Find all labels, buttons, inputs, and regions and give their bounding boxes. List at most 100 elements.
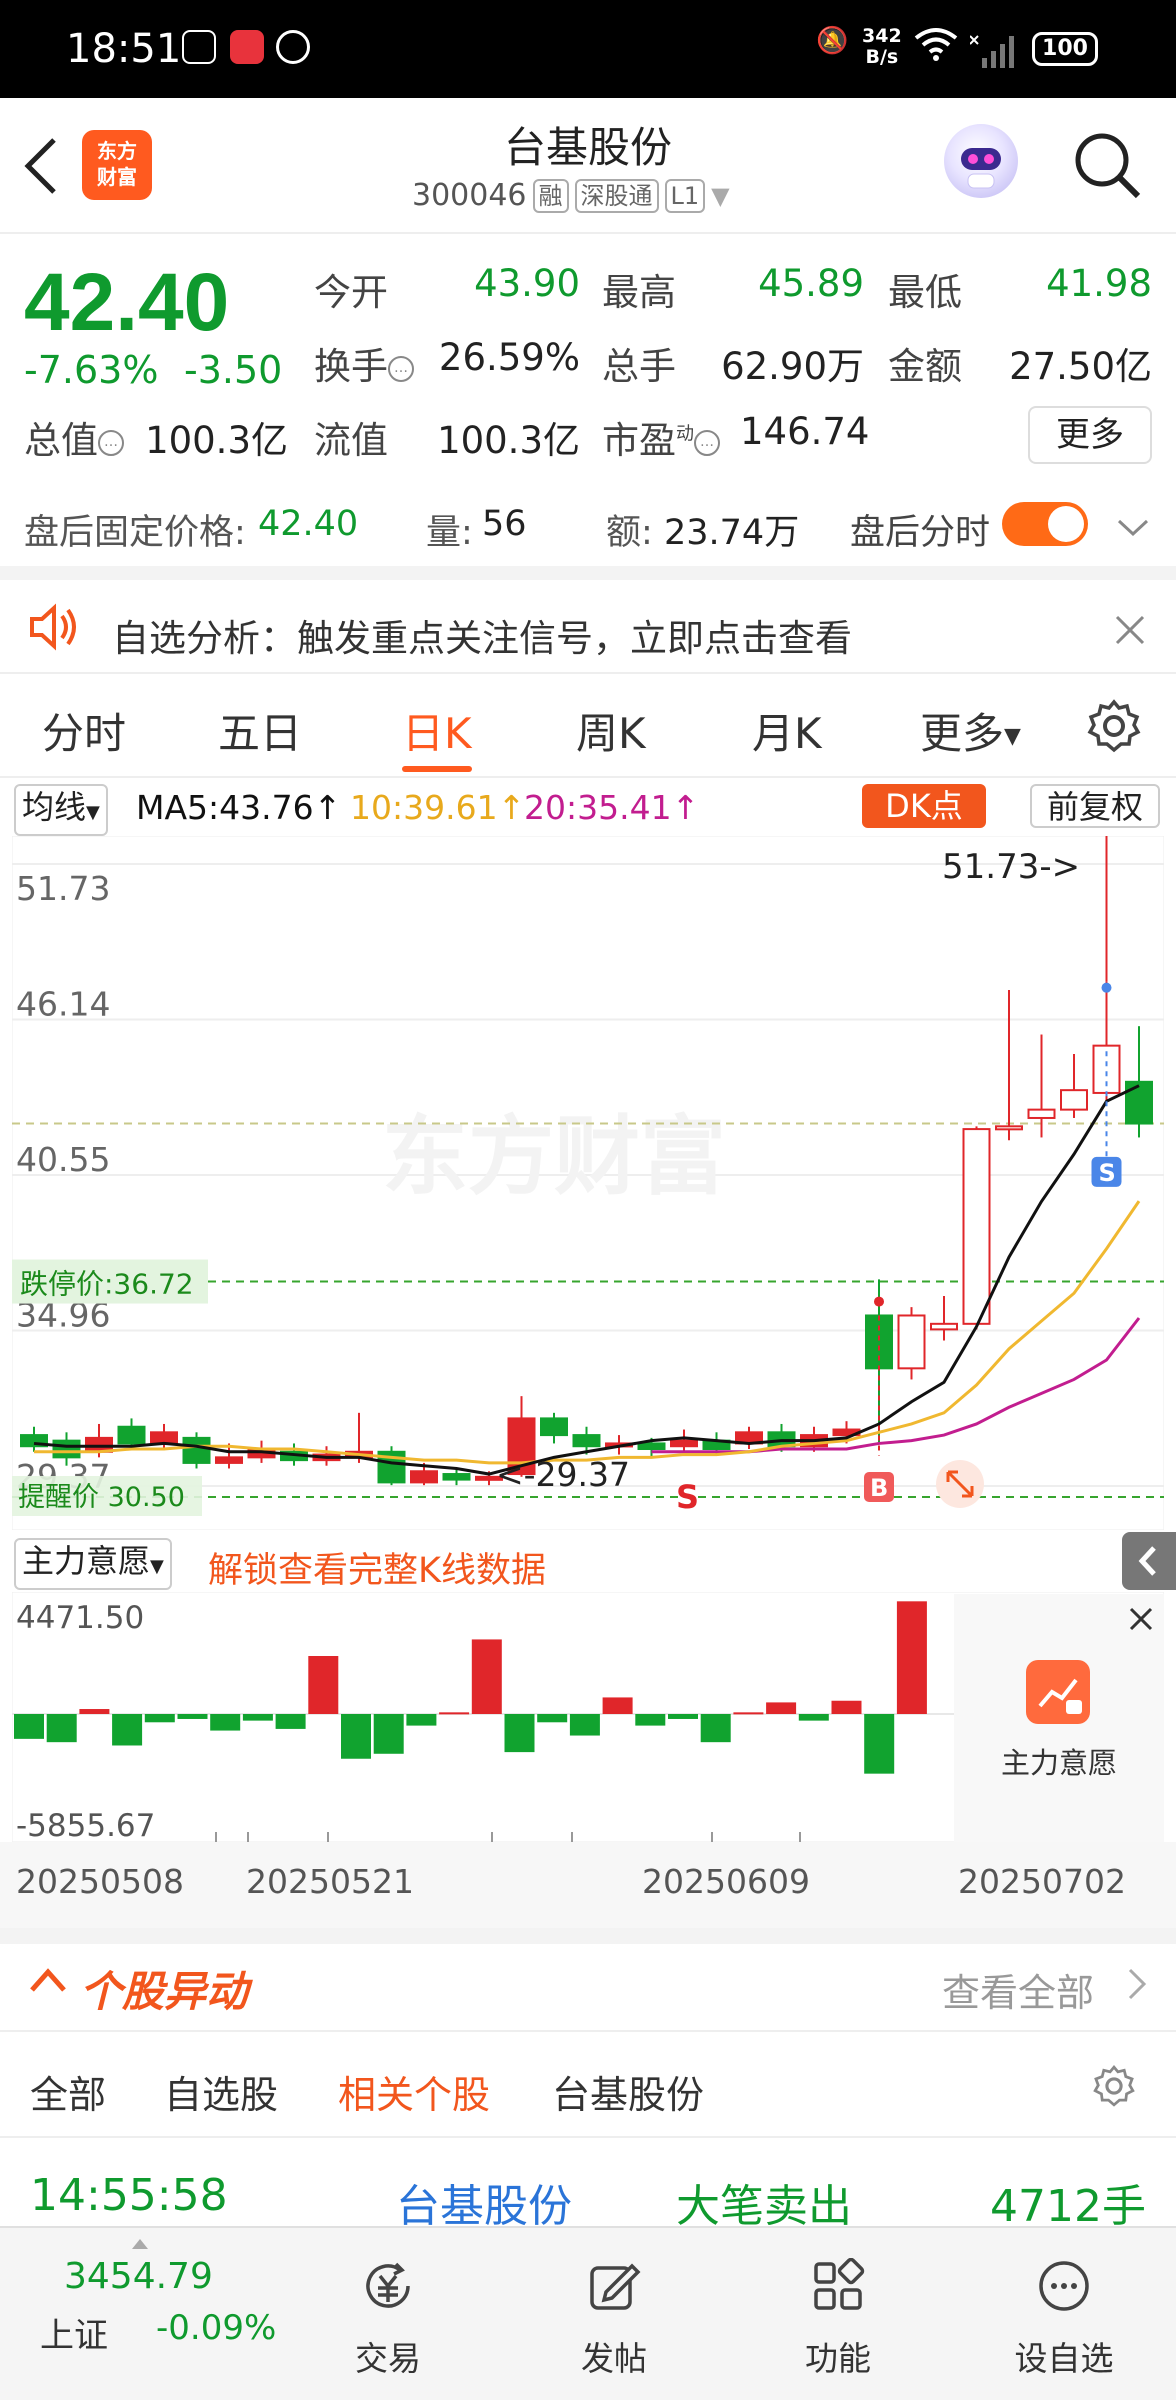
high-dot bbox=[1101, 982, 1112, 993]
indicator-select[interactable]: 主力意愿▼ bbox=[14, 1538, 172, 1590]
indicator-bar bbox=[471, 1639, 502, 1714]
indicator-bar bbox=[341, 1714, 371, 1759]
signal-icon bbox=[969, 34, 1020, 72]
chevron-up-icon[interactable] bbox=[28, 1966, 68, 2000]
indicator-bar bbox=[733, 1712, 764, 1715]
indicator-bar bbox=[406, 1714, 437, 1726]
view-all-link[interactable]: 查看全部 bbox=[942, 1962, 1094, 2017]
anomaly-event-row[interactable]: 14:55:58 台基股份 大笔卖出 4712手 bbox=[0, 2170, 1176, 2232]
search-icon[interactable] bbox=[1072, 130, 1142, 200]
buy-marker-dot bbox=[874, 1296, 884, 1307]
amount-value: 27.50亿 bbox=[1009, 345, 1152, 388]
change-amount: -3.50 bbox=[184, 348, 283, 392]
info-icon[interactable]: … bbox=[694, 429, 720, 456]
tag-level: L1 bbox=[664, 178, 706, 213]
date-label: 20250702 bbox=[958, 1862, 1126, 1901]
main-force-icon bbox=[1026, 1660, 1090, 1724]
filter-related[interactable]: 相关个股 bbox=[338, 2064, 490, 2119]
gear-icon[interactable] bbox=[1092, 2064, 1136, 2112]
info-icon[interactable]: … bbox=[98, 429, 124, 456]
event-time: 14:55:58 bbox=[30, 2170, 228, 2221]
tag-margin: 融 bbox=[532, 178, 569, 213]
tab-weekly-k[interactable]: 周K bbox=[576, 700, 646, 761]
filter-all[interactable]: 全部 bbox=[30, 2064, 106, 2119]
indicator-bar bbox=[308, 1656, 339, 1714]
indicator-bar bbox=[668, 1714, 698, 1719]
more-quote-button[interactable]: 更多 bbox=[1028, 406, 1152, 464]
section-title: 个股异动 bbox=[80, 1967, 249, 2016]
mute-icon: 🔕 bbox=[816, 26, 849, 56]
assistant-robot-icon[interactable] bbox=[944, 124, 1018, 198]
chevron-down-icon[interactable] bbox=[1116, 508, 1150, 548]
trade-icon bbox=[366, 2262, 410, 2308]
quote-panel: 42.40 -7.63% -3.50 今开 43.90 最高 45.89 最低 … bbox=[0, 234, 1176, 470]
indicator-select-label: 主力意愿 bbox=[22, 1542, 151, 1580]
turnover-value: 26.59% bbox=[438, 336, 580, 379]
index-change: -0.09% bbox=[156, 2308, 277, 2348]
indicator-bar bbox=[635, 1714, 666, 1726]
app-notification-icon bbox=[230, 30, 264, 64]
candle-body bbox=[410, 1470, 438, 1484]
header: 东方 财富 台基股份 300046 融 深股通 L1 ▼ bbox=[0, 98, 1176, 234]
filter-stock[interactable]: 台基股份 bbox=[552, 2064, 704, 2119]
after-hours-vol: 56 bbox=[482, 504, 527, 544]
candle-body bbox=[962, 1128, 991, 1325]
period-tabs: 分时 五日 日K 周K 月K 更多▼ bbox=[0, 676, 1176, 778]
chevron-right-icon[interactable] bbox=[1126, 1966, 1148, 2006]
promo-label: 主力意愿 bbox=[1000, 1746, 1117, 1780]
candle-body bbox=[117, 1425, 146, 1445]
indicator-bar bbox=[537, 1714, 568, 1723]
index-value[interactable]: 3454.79 bbox=[64, 2256, 213, 2297]
tab-daily-k[interactable]: 日K bbox=[402, 700, 472, 761]
indicator-promo[interactable]: 主力意愿 bbox=[954, 1594, 1164, 1842]
anomaly-section-header: 个股异动 查看全部 bbox=[0, 1928, 1176, 2032]
active-tab-indicator bbox=[402, 766, 472, 772]
adjust-button[interactable]: 前复权 bbox=[1030, 784, 1160, 828]
indicator-bar bbox=[112, 1714, 143, 1746]
indicator-bar bbox=[831, 1700, 862, 1714]
nav-post[interactable]: 发帖 bbox=[534, 2258, 694, 2380]
collapse-panel-button[interactable] bbox=[1122, 1532, 1176, 1590]
candle-body bbox=[995, 1125, 1023, 1131]
nav-add-watchlist[interactable]: 设自选 bbox=[984, 2258, 1144, 2380]
event-stock-name[interactable]: 台基股份 bbox=[396, 2170, 572, 2234]
dk-point-button[interactable]: DK点 bbox=[862, 784, 986, 828]
filter-watchlist[interactable]: 自选股 bbox=[164, 2064, 278, 2119]
stock-code-row[interactable]: 300046 融 深股通 L1 ▼ bbox=[412, 178, 730, 213]
date-label: 20250521 bbox=[246, 1862, 414, 1901]
indicator-bar bbox=[46, 1714, 77, 1743]
tab-more[interactable]: 更多▼ bbox=[920, 700, 1021, 761]
after-hours-row: 盘后固定价格: 42.40 量: 56 额: 23.74万 盘后分时 bbox=[0, 484, 1176, 564]
pe-label-text: 市盈 bbox=[602, 419, 676, 462]
tab-intraday[interactable]: 分时 bbox=[42, 700, 126, 761]
candlestick-chart[interactable]: 51.7346.1440.5534.9629.37东方财富跌停价:36.72提醒… bbox=[12, 836, 1164, 1530]
grid-icon bbox=[814, 2257, 865, 2310]
after-hours-toggle[interactable] bbox=[1002, 502, 1088, 546]
anomaly-filters: 全部 自选股 相关个股 台基股份 bbox=[0, 2034, 1176, 2138]
nav-functions[interactable]: 功能 bbox=[758, 2257, 918, 2380]
mktcap-label: 总值… bbox=[24, 410, 124, 464]
tab-more-label: 更多 bbox=[920, 709, 1005, 758]
post-icon bbox=[590, 2263, 641, 2310]
after-hours-vol-label: 量: bbox=[426, 513, 473, 553]
tab-monthly-k[interactable]: 月K bbox=[752, 700, 822, 761]
close-icon[interactable] bbox=[1128, 1606, 1154, 1636]
limit-down-label: 跌停价:36.72 bbox=[20, 1268, 194, 1301]
info-icon[interactable]: … bbox=[388, 355, 414, 382]
ma-select[interactable]: 均线▼ bbox=[14, 784, 108, 836]
index-name: 上证 bbox=[40, 2316, 108, 2356]
tab-five-day[interactable]: 五日 bbox=[218, 700, 302, 761]
nav-trade[interactable]: 交易 bbox=[308, 2258, 468, 2380]
notice-bar[interactable]: 自选分析：触发重点关注信号，立即点击查看 bbox=[0, 566, 1176, 674]
ma-select-label: 均线 bbox=[22, 788, 87, 826]
reminder-label: 提醒价 30.50 bbox=[18, 1482, 185, 1513]
after-hours-price: 42.40 bbox=[258, 504, 359, 544]
gear-icon[interactable] bbox=[1086, 698, 1142, 758]
low-label: 最低 bbox=[888, 271, 962, 314]
candle-body bbox=[442, 1473, 471, 1481]
network-speed-value: 342 bbox=[862, 25, 902, 47]
nav-functions-label: 功能 bbox=[805, 2339, 871, 2378]
unlock-link[interactable]: 解锁查看完整K线数据 bbox=[208, 1542, 546, 1593]
close-icon[interactable] bbox=[1114, 614, 1146, 650]
indicator-bar bbox=[504, 1714, 535, 1753]
